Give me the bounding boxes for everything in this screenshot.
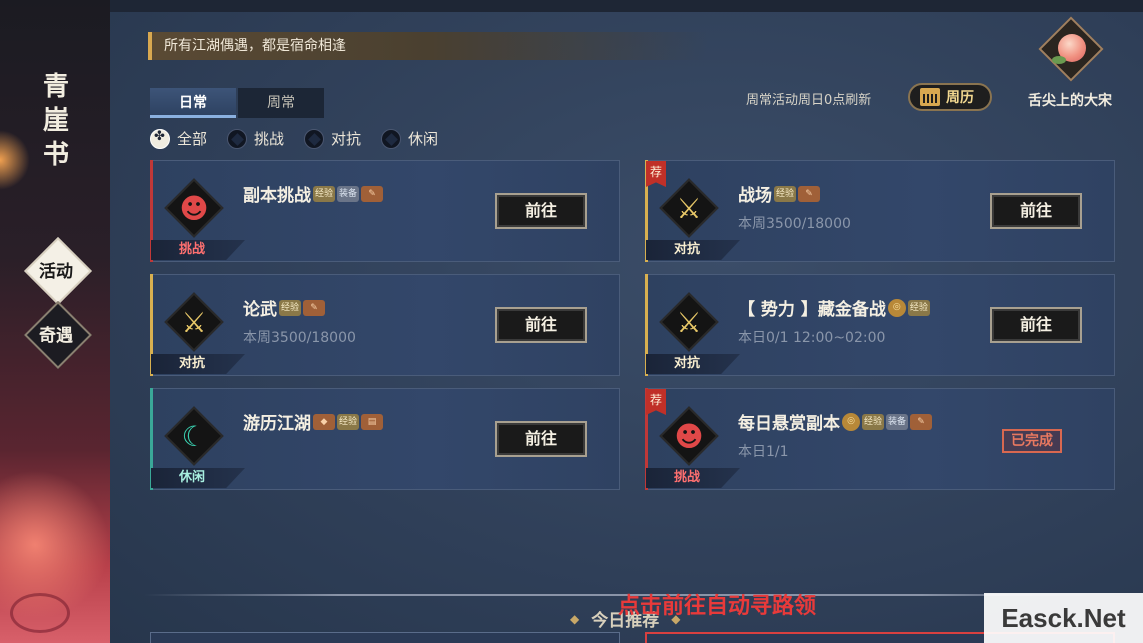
- item-reward-icon: ◆: [313, 413, 335, 430]
- filter-versus[interactable]: 对抗: [304, 128, 361, 149]
- calendar-icon: [920, 88, 940, 106]
- challenge-mask-icon: ☻: [164, 178, 224, 238]
- activity-title: 战场 经验 ✎: [738, 181, 820, 206]
- challenge-mask-icon: ☻: [659, 406, 719, 466]
- coin-reward-icon: ◎: [842, 412, 860, 431]
- activity-type-tag: 挑战: [151, 240, 245, 260]
- exp-reward-icon: 经验: [907, 299, 930, 316]
- activity-progress: 本日0/1 12:00~02:00: [738, 330, 886, 346]
- scroll-reward-icon: ▤: [361, 413, 383, 430]
- completed-stamp: 已完成: [1002, 429, 1062, 453]
- activity-type-tag: 挑战: [646, 468, 740, 488]
- player-name: 舌尖上的大宋: [1028, 93, 1112, 109]
- activity-card-daily-bounty: 荐 ☻ 挑战 每日悬赏副本 ◎ 经验 装备 ✎ 本日1/1 已完成: [645, 388, 1115, 490]
- crossed-swords-icon: ⚔: [659, 178, 719, 238]
- lantern-glow: [0, 130, 30, 190]
- activity-title: 论武 经验 ✎: [243, 295, 325, 320]
- filter-leisure[interactable]: 休闲: [381, 128, 438, 149]
- calendar-button-label: 周历: [946, 90, 974, 106]
- filter-selected-icon: [150, 128, 170, 149]
- item-reward-icon: ✎: [361, 185, 383, 202]
- left-decorative-strip: 青崖书 活动 奇遇: [0, 0, 110, 643]
- recommend-card-left[interactable]: [150, 632, 620, 643]
- activity-tabs: 日常 周常: [150, 88, 324, 118]
- tab-weekly[interactable]: 周常: [238, 88, 324, 118]
- filter-radio-icon: [304, 128, 325, 149]
- go-button[interactable]: 前往: [495, 307, 587, 343]
- activity-progress: 本周3500/18000: [243, 330, 356, 346]
- activity-card-battlefield: 荐 ⚔ 对抗 战场 经验 ✎ 本周3500/18000 前往: [645, 160, 1115, 262]
- activity-type-tag: 对抗: [646, 240, 740, 260]
- activity-card-faction-treasure: ⚔ 对抗 【 势力 】藏金备战 ◎ 经验 本日0/1 12:00~02:00 前…: [645, 274, 1115, 376]
- item-reward-icon: ✎: [798, 185, 820, 202]
- activity-panel: 所有江湖偶遇，都是宿命相逢 舌尖上的大宋 周常活动周日0点刷新 周历 日常 周常…: [110, 0, 1143, 643]
- activity-type-tag: 对抗: [646, 354, 740, 374]
- activity-title: 每日悬赏副本 ◎ 经验 装备 ✎: [738, 409, 932, 434]
- site-watermark: Easck.Net: [984, 593, 1143, 643]
- weekly-calendar-button[interactable]: 周历: [908, 83, 992, 111]
- filter-challenge[interactable]: 挑战: [227, 128, 284, 149]
- go-button[interactable]: 前往: [990, 193, 1082, 229]
- cloud-swirl-decoration: [10, 593, 70, 633]
- go-button[interactable]: 前往: [990, 307, 1082, 343]
- exp-reward-icon: 经验: [337, 413, 359, 430]
- filter-versus-label: 对抗: [331, 130, 362, 148]
- filter-radio-icon: [381, 128, 402, 149]
- filter-all[interactable]: 全部: [150, 128, 207, 149]
- activity-progress: 本周3500/18000: [738, 216, 851, 232]
- player-avatar[interactable]: 舌尖上的大宋: [1018, 16, 1122, 112]
- filter-leisure-label: 休闲: [408, 130, 439, 148]
- equipment-reward-icon: 装备: [337, 185, 359, 202]
- tutorial-hint-text: 点击前往自动寻路领: [618, 594, 817, 619]
- sparkle-icon: ◆: [570, 611, 580, 626]
- exp-reward-icon: 经验: [313, 185, 335, 202]
- item-reward-icon: ✎: [303, 299, 325, 316]
- panel-top-edge: [110, 0, 1143, 12]
- nav-encounters[interactable]: 奇遇: [23, 300, 89, 366]
- activity-title: 副本挑战 经验 装备 ✎: [243, 181, 383, 206]
- go-button[interactable]: 前往: [495, 421, 587, 457]
- crossed-swords-icon: ⚔: [164, 292, 224, 352]
- activity-type-tag: 休闲: [151, 468, 245, 488]
- nav-activities[interactable]: 活动: [23, 236, 89, 302]
- item-reward-icon: ✎: [910, 413, 932, 430]
- filter-challenge-label: 挑战: [254, 130, 285, 148]
- banner-tagline: 所有江湖偶遇，都是宿命相逢: [148, 32, 708, 60]
- filter-radio-icon: [227, 128, 248, 149]
- weekly-refresh-note: 周常活动周日0点刷新: [746, 93, 872, 108]
- book-title: 青崖书: [42, 72, 69, 170]
- activity-card-dungeon-challenge: ☻ 挑战 副本挑战 经验 装备 ✎ 前往: [150, 160, 620, 262]
- exp-reward-icon: 经验: [279, 299, 301, 316]
- activity-progress: 本日1/1: [738, 444, 789, 460]
- activity-type-tag: 对抗: [151, 354, 245, 374]
- exp-reward-icon: 经验: [774, 185, 796, 202]
- crescent-leisure-icon: ☾: [164, 406, 224, 466]
- nav-encounters-label: 奇遇: [39, 325, 73, 346]
- go-button[interactable]: 前往: [495, 193, 587, 229]
- coin-reward-icon: ◎: [887, 298, 906, 317]
- peach-leaf-icon: [1052, 56, 1066, 64]
- activity-title: 游历江湖 ◆ 经验 ▤: [243, 409, 383, 434]
- activity-card-martial-debate: ⚔ 对抗 论武 经验 ✎ 本周3500/18000 前往: [150, 274, 620, 376]
- activity-filters: 全部 挑战 对抗 休闲: [150, 128, 438, 149]
- equipment-reward-icon: 装备: [886, 413, 908, 430]
- exp-reward-icon: 经验: [862, 413, 884, 430]
- tab-daily[interactable]: 日常: [150, 88, 236, 118]
- crossed-swords-icon: ⚔: [659, 292, 719, 352]
- filter-all-label: 全部: [177, 130, 208, 148]
- nav-activities-label: 活动: [39, 261, 73, 282]
- activity-card-wander-jianghu: ☾ 休闲 游历江湖 ◆ 经验 ▤ 前往: [150, 388, 620, 490]
- activity-title: 【 势力 】藏金备战 ◎ 经验: [738, 298, 930, 320]
